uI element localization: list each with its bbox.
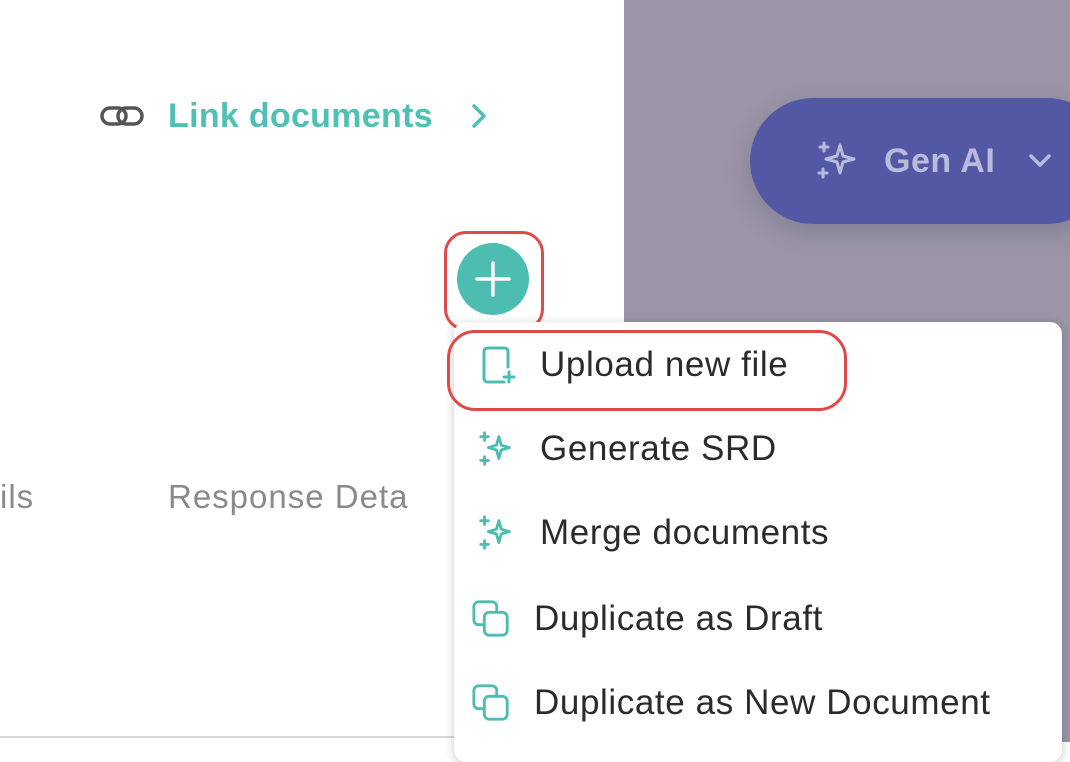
upload-item-highlight <box>447 330 847 411</box>
copy-icon <box>471 599 511 639</box>
menu-item-label: Duplicate as Draft <box>534 599 823 638</box>
add-button[interactable] <box>457 243 529 315</box>
chevron-right-icon <box>469 102 489 130</box>
gen-ai-label: Gen AI <box>884 141 996 180</box>
gen-ai-button[interactable]: Gen AI <box>750 98 1070 224</box>
sparkle-icon <box>476 513 516 553</box>
sparkle-icon <box>817 141 856 179</box>
link-documents-button[interactable]: Link documents <box>100 88 489 144</box>
plus-icon <box>475 261 511 297</box>
tab-details[interactable]: ils <box>0 478 34 516</box>
menu-item-label: Duplicate as New Document <box>534 683 991 722</box>
tab-response-details[interactable]: Response Deta <box>168 478 454 516</box>
chevron-down-icon <box>1029 154 1052 167</box>
link-documents-label: Link documents <box>168 96 433 135</box>
menu-item-duplicate-as-new-document[interactable]: Duplicate as New Document <box>454 668 1062 738</box>
link-icon <box>100 100 144 132</box>
copy-icon <box>471 683 511 723</box>
sparkle-icon <box>476 429 516 469</box>
menu-item-label: Merge documents <box>540 513 830 552</box>
divider <box>0 736 454 738</box>
menu-item-merge-documents[interactable]: Merge documents <box>454 498 1062 568</box>
menu-item-generate-srd[interactable]: Generate SRD <box>454 414 1062 484</box>
menu-item-label: Generate SRD <box>540 429 777 468</box>
menu-item-duplicate-as-draft[interactable]: Duplicate as Draft <box>454 584 1062 654</box>
